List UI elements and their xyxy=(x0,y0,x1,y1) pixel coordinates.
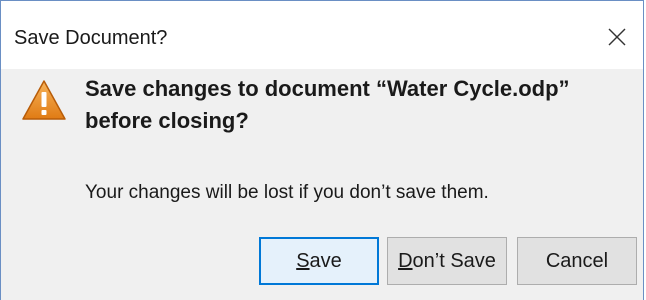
close-button[interactable] xyxy=(599,19,635,55)
save-document-dialog: Save Document? Save changes to document … xyxy=(0,0,644,300)
save-button-mnemonic: S xyxy=(296,249,310,272)
cancel-button[interactable]: Cancel xyxy=(517,237,637,285)
cancel-button-label: Cancel xyxy=(545,249,609,272)
dont-save-button-label: on’t Save xyxy=(412,249,496,272)
dont-save-button[interactable]: Don’t Save xyxy=(387,237,507,285)
save-button[interactable]: Save xyxy=(259,237,379,285)
warning-icon xyxy=(22,80,66,120)
close-icon xyxy=(608,28,626,46)
save-button-label: ave xyxy=(309,249,342,272)
dialog-title: Save Document? xyxy=(14,27,168,49)
title-bar: Save Document? xyxy=(1,1,643,69)
headline-text: Save changes to document “Water Cycle.od… xyxy=(85,76,570,133)
dialog-body: Save changes to document “Water Cycle.od… xyxy=(1,69,643,300)
message-text: Your changes will be lost if you don’t s… xyxy=(85,182,489,203)
dont-save-button-mnemonic: D xyxy=(398,249,413,272)
